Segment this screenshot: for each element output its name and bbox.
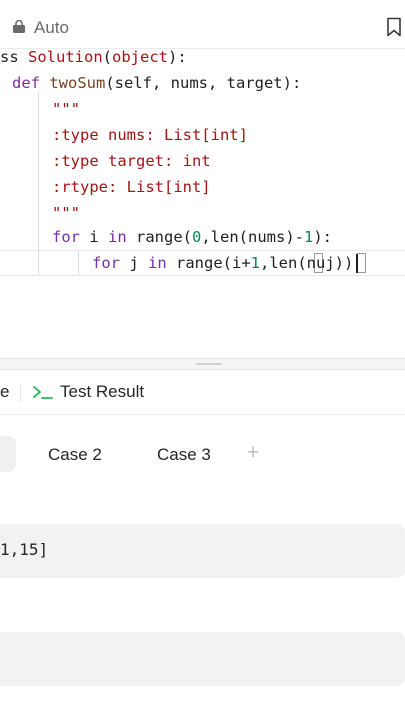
code-token: in — [148, 254, 176, 272]
code-token: :type target: int — [52, 152, 211, 170]
code-token: """ — [52, 204, 80, 222]
tab-testcase[interactable]: e — [0, 382, 9, 402]
case-2-tab[interactable]: Case 2 — [48, 445, 102, 465]
top-bar: Auto — [0, 0, 405, 49]
target-input-field[interactable] — [0, 632, 405, 686]
bookmark-icon[interactable] — [386, 17, 402, 37]
lock-icon — [13, 20, 25, 33]
code-token: ,len(nums)- — [201, 228, 304, 246]
code-token: (self, nums, target): — [105, 74, 302, 92]
code-line[interactable]: :rtype: List[int] — [52, 174, 405, 200]
code-token: j — [129, 254, 148, 272]
code-token: ): — [168, 48, 187, 66]
code-line[interactable]: ss Solution(object): — [0, 44, 405, 70]
panel-resize-handle[interactable] — [0, 358, 405, 370]
indent-guide — [38, 92, 39, 276]
code-line[interactable]: for i in range(0,len(nums)-1): — [52, 224, 405, 250]
bottom-panel-tabs: e Test Result — [0, 370, 405, 415]
code-token: ( — [102, 48, 112, 66]
code-token: 0 — [192, 228, 202, 246]
code-token: :rtype: List[int] — [52, 178, 211, 196]
code-token: Solution — [28, 48, 103, 66]
nums-input-field[interactable] — [0, 524, 405, 578]
code-token: """ — [52, 100, 80, 118]
code-token: :type nums: List[int] — [52, 126, 248, 144]
code-line[interactable]: def twoSum(self, nums, target): — [12, 70, 405, 96]
code-token: 1 — [250, 254, 260, 272]
code-line[interactable]: """ — [52, 200, 405, 226]
code-token: in — [108, 228, 136, 246]
code-line[interactable]: for j in range(i+1,len(nuj)) — [92, 250, 405, 276]
code-token: twoSum — [49, 74, 106, 92]
code-token: def — [12, 74, 50, 92]
case-1-tab[interactable] — [0, 436, 16, 472]
terminal-icon — [33, 386, 53, 399]
text-caret — [356, 254, 358, 273]
code-token: 1 — [304, 228, 314, 246]
code-token: ,len(nuj)) — [260, 254, 354, 272]
language-mode-label[interactable]: Auto — [34, 18, 69, 38]
tab-test-result[interactable]: Test Result — [60, 382, 144, 402]
code-token: for — [52, 228, 90, 246]
add-case-button[interactable]: + — [247, 442, 259, 464]
code-token: object — [112, 48, 168, 66]
code-line[interactable]: :type nums: List[int] — [52, 122, 405, 148]
code-line[interactable]: :type target: int — [52, 148, 405, 174]
code-token: range(i+ — [176, 254, 251, 272]
code-token: for — [92, 254, 130, 272]
code-token: i — [89, 228, 108, 246]
code-token: ss — [0, 48, 28, 66]
code-line[interactable]: """ — [52, 96, 405, 122]
case-3-tab[interactable]: Case 3 — [157, 445, 211, 465]
drag-handle[interactable] — [196, 363, 222, 365]
nums-input-value: 1,15] — [0, 540, 49, 559]
tab-separator — [20, 384, 21, 402]
code-token: range( — [136, 228, 192, 246]
code-token: ): — [313, 228, 333, 246]
